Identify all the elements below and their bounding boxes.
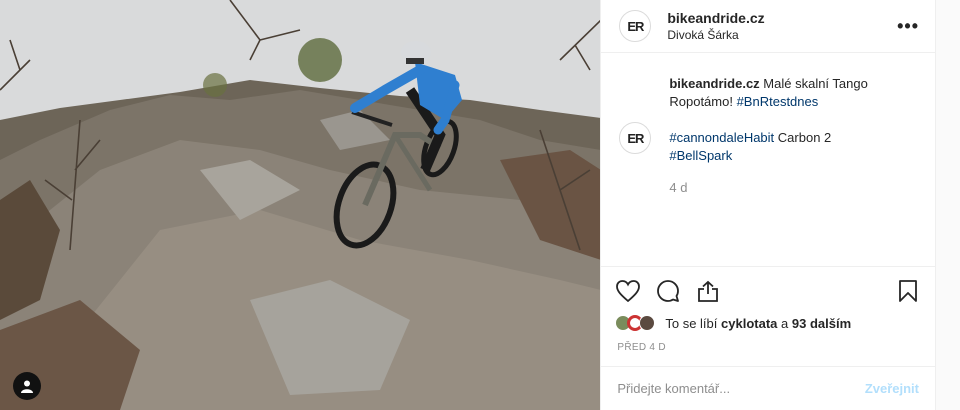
comment-box: Zveřejnit <box>601 366 935 410</box>
avatar <box>639 315 656 331</box>
post-header: ER bikeandride.cz Divoká Šárka ••• <box>601 0 935 53</box>
caption-text: bikeandride.cz Malé skalní Tango Ropotám… <box>669 75 909 266</box>
bookmark-icon[interactable] <box>895 278 921 304</box>
tagged-users-button[interactable] <box>13 372 41 400</box>
caption-body: Carbon 2 <box>777 130 832 145</box>
caption-time[interactable]: 4 d <box>669 179 909 197</box>
comment-icon[interactable] <box>655 278 681 304</box>
header-names: bikeandride.cz Divoká Šárka <box>667 10 897 42</box>
post-photo[interactable] <box>0 0 601 410</box>
hashtag-link[interactable]: #BnRtestdnes <box>737 94 819 109</box>
liker-avatars[interactable] <box>615 315 656 331</box>
avatar[interactable]: ER <box>619 10 652 42</box>
likes-row: To se líbí cyklotata a 93 dalším <box>601 314 935 332</box>
comments-section: ER bikeandride.cz Malé skalní Tango Ropo… <box>601 53 935 266</box>
mountain-bike-photo <box>0 0 601 410</box>
user-icon <box>21 380 33 393</box>
likes-prefix: To se líbí <box>665 315 718 331</box>
caption-avatar[interactable]: ER <box>619 122 652 154</box>
comment-input[interactable] <box>617 381 865 396</box>
hashtag-link[interactable]: #BellSpark <box>669 148 732 163</box>
instagram-post: ER bikeandride.cz Divoká Šárka ••• ER bi… <box>0 0 936 410</box>
caption-author[interactable]: bikeandride.cz <box>669 76 759 91</box>
post-sidebar: ER bikeandride.cz Divoká Šárka ••• ER bi… <box>600 0 935 410</box>
share-icon[interactable] <box>695 278 721 304</box>
likes-connector: a <box>781 315 789 331</box>
hashtag-link[interactable]: #cannondaleHabit <box>669 130 774 145</box>
heart-icon[interactable] <box>615 278 641 304</box>
action-bar <box>601 266 935 314</box>
publish-button[interactable]: Zveřejnit <box>865 381 919 396</box>
username-link[interactable]: bikeandride.cz <box>667 10 897 26</box>
post-timestamp[interactable]: PŘED 4 D <box>601 332 935 364</box>
ellipsis-icon[interactable]: ••• <box>897 16 919 37</box>
liker-username[interactable]: cyklotata <box>721 316 777 331</box>
likes-count[interactable]: 93 dalším <box>792 316 851 331</box>
location-link[interactable]: Divoká Šárka <box>667 28 897 42</box>
likes-text[interactable]: To se líbí cyklotata a 93 dalším <box>665 316 851 331</box>
